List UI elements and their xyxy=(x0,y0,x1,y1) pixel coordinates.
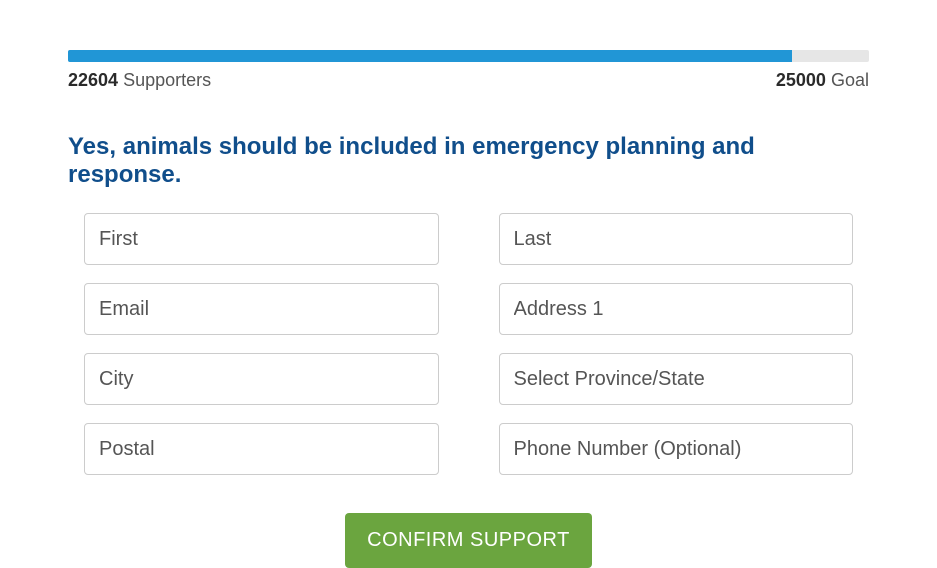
form-grid: Select Province/State xyxy=(68,213,869,475)
postal-input[interactable] xyxy=(84,423,439,475)
goal-count: 25000 xyxy=(776,70,826,90)
petition-heading: Yes, animals should be included in emerg… xyxy=(68,133,869,189)
city-input[interactable] xyxy=(84,353,439,405)
petition-form-container: 22604 Supporters 25000 Goal Yes, animals… xyxy=(0,0,937,568)
last-name-input[interactable] xyxy=(499,213,854,265)
province-select[interactable]: Select Province/State xyxy=(499,353,854,405)
email-input[interactable] xyxy=(84,283,439,335)
goal-label: 25000 Goal xyxy=(776,70,869,91)
goal-text: Goal xyxy=(831,70,869,90)
address-input[interactable] xyxy=(499,283,854,335)
supporters-label: 22604 Supporters xyxy=(68,70,211,91)
progress-bar-fill xyxy=(68,50,792,62)
supporters-count: 22604 xyxy=(68,70,118,90)
progress-bar xyxy=(68,50,869,62)
first-name-input[interactable] xyxy=(84,213,439,265)
progress-labels: 22604 Supporters 25000 Goal xyxy=(68,70,869,91)
supporters-text: Supporters xyxy=(123,70,211,90)
submit-row: CONFIRM SUPPORT xyxy=(68,513,869,568)
phone-input[interactable] xyxy=(499,423,854,475)
confirm-support-button[interactable]: CONFIRM SUPPORT xyxy=(345,513,592,568)
